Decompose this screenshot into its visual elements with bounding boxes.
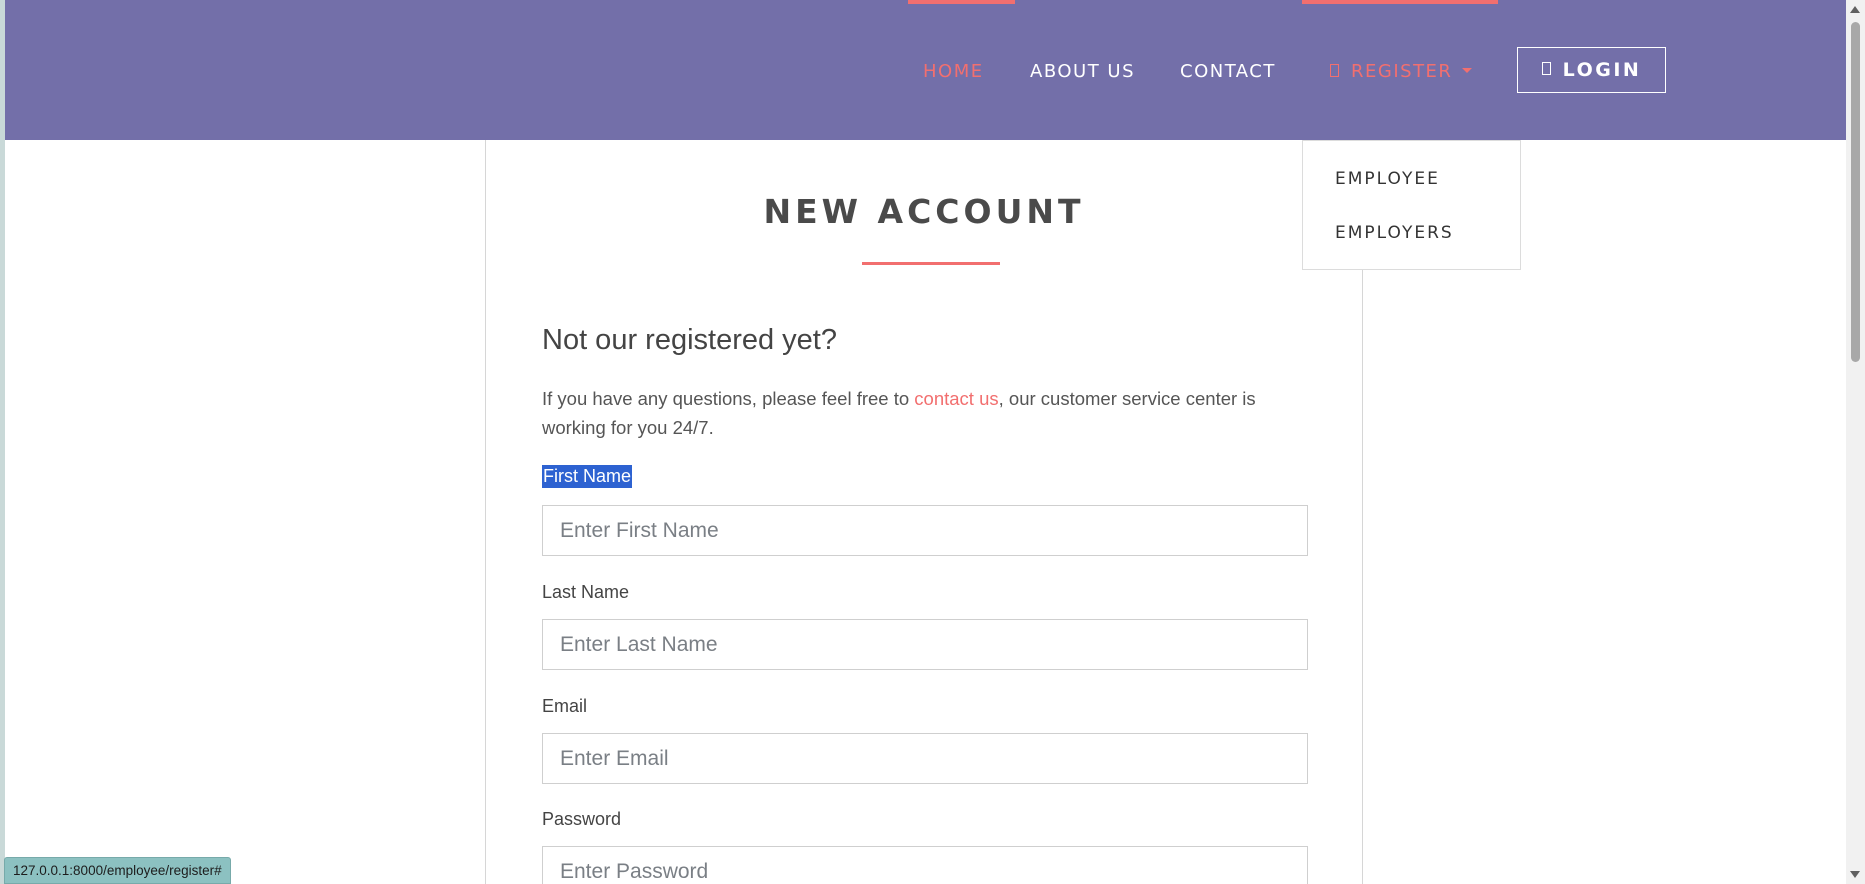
intro-text-before: If you have any questions, please feel f… (542, 388, 915, 409)
section-subtitle: Not our registered yet? (542, 324, 837, 356)
nav-home-link[interactable]: HOME (923, 61, 984, 82)
status-bar-url: 127.0.0.1:8000/employee/register# (4, 857, 231, 884)
title-underline (862, 262, 1000, 265)
email-label: Email (542, 696, 588, 716)
nav-about-link[interactable]: ABOUT US (1030, 61, 1135, 82)
page-title: NEW ACCOUNT (763, 192, 1085, 231)
nav-register-label: REGISTER (1351, 61, 1453, 82)
scroll-up-arrow-icon[interactable] (1850, 6, 1860, 13)
caret-down-icon (1462, 67, 1473, 73)
last-name-input[interactable] (542, 619, 1308, 670)
password-label: Password (542, 809, 622, 829)
login-button[interactable]: LOGIN (1517, 47, 1666, 93)
user-icon (1330, 63, 1339, 77)
page: HOME ABOUT US CONTACT REGISTER LOGIN NEW… (5, 0, 1846, 884)
nav-register-dropdown[interactable]: REGISTER (1330, 61, 1473, 82)
last-name-label: Last Name (542, 582, 630, 602)
lock-icon (1541, 61, 1551, 75)
register-card: NEW ACCOUNT Not our registered yet? If y… (485, 140, 1363, 884)
intro-text: If you have any questions, please feel f… (542, 384, 1322, 442)
login-label: LOGIN (1562, 59, 1642, 81)
first-name-input[interactable] (542, 505, 1308, 556)
site-header: HOME ABOUT US CONTACT REGISTER LOGIN (5, 0, 1846, 140)
password-input[interactable] (542, 846, 1308, 884)
register-active-indicator (1302, 0, 1498, 4)
register-dropdown-menu: EMPLOYEE EMPLOYERS (1302, 140, 1521, 270)
scrollbar-thumb[interactable] (1851, 22, 1860, 362)
nav-contact-link[interactable]: CONTACT (1180, 61, 1276, 82)
dropdown-item-employers[interactable]: EMPLOYERS (1335, 223, 1454, 243)
home-active-indicator (908, 0, 1015, 4)
email-input[interactable] (542, 733, 1308, 784)
scroll-down-arrow-icon[interactable] (1850, 871, 1860, 878)
dropdown-item-employee[interactable]: EMPLOYEE (1335, 169, 1440, 189)
vertical-scrollbar[interactable] (1846, 0, 1865, 884)
contact-us-link[interactable]: contact us (914, 388, 998, 409)
first-name-label: First Name (542, 465, 633, 488)
